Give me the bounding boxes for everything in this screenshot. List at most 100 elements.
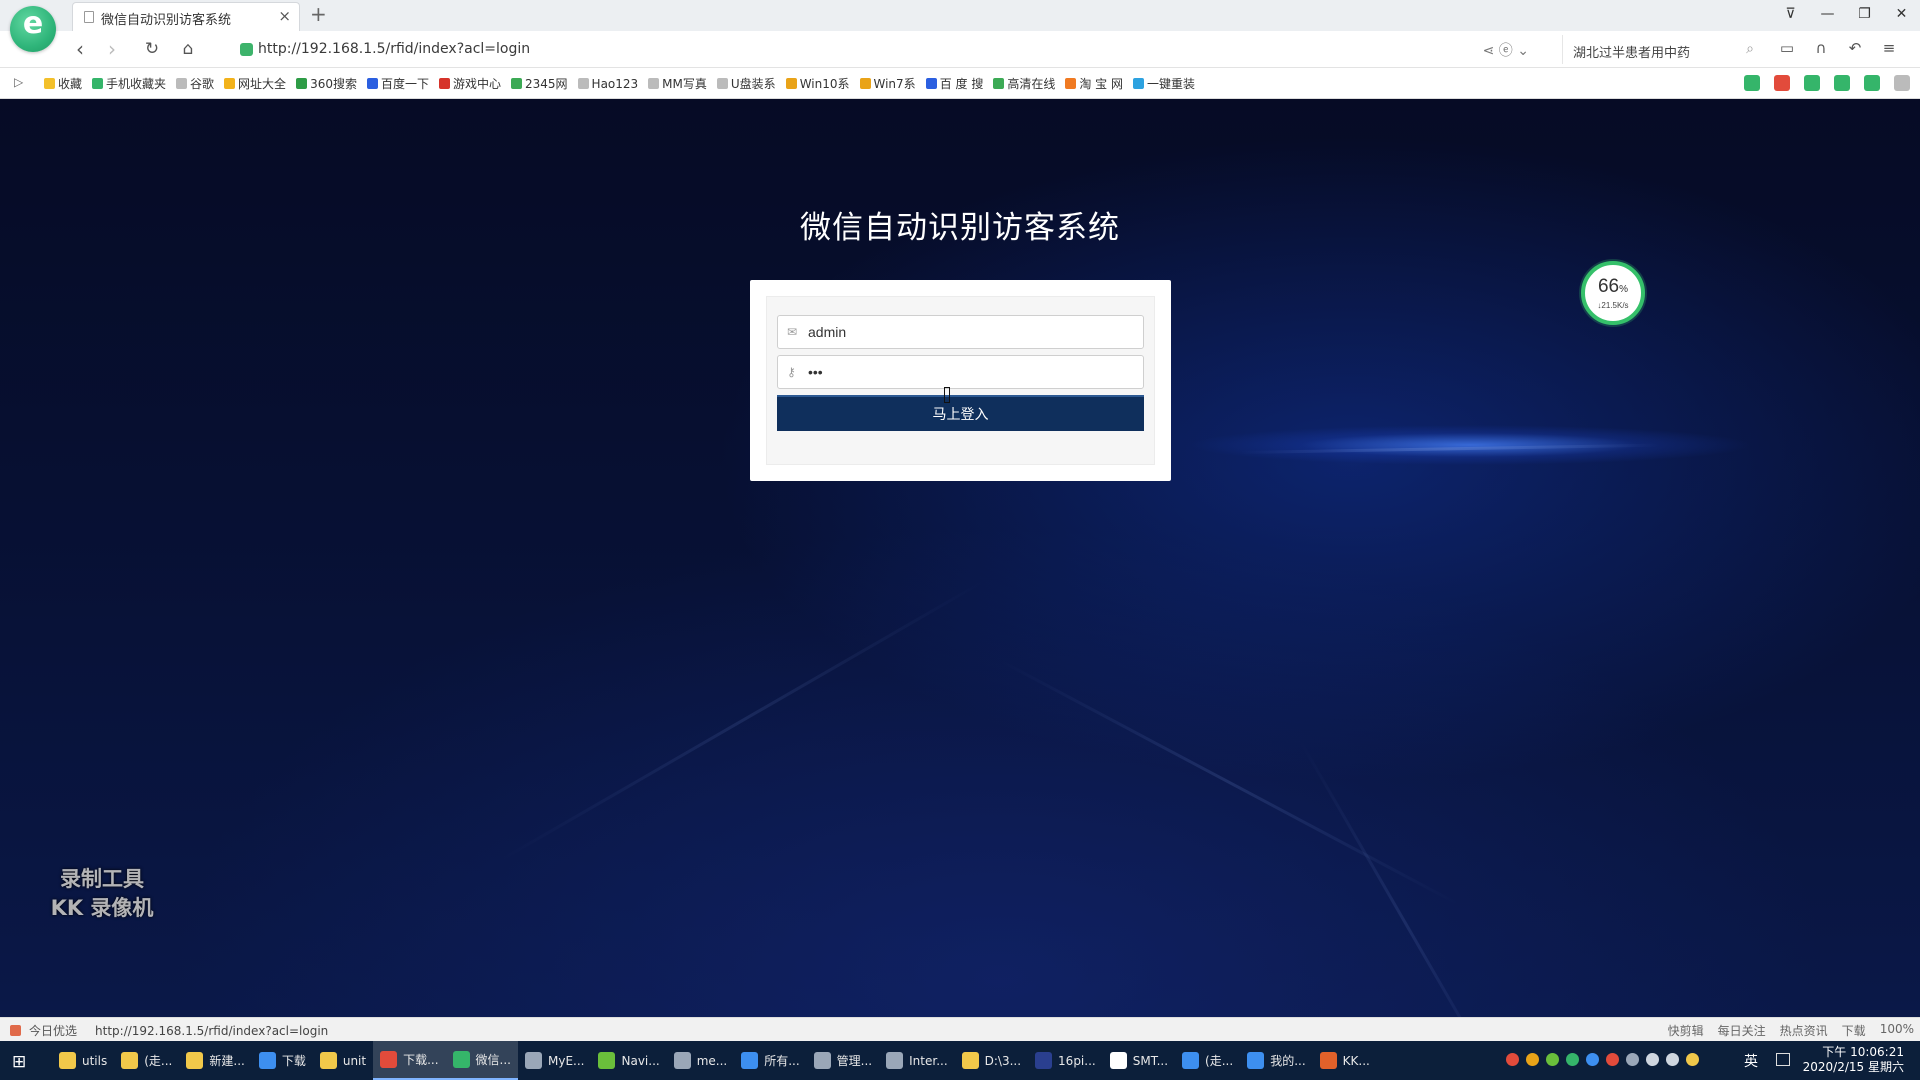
bookmark-icon xyxy=(511,78,522,89)
bookmark-item[interactable]: 网址大全 xyxy=(224,75,286,92)
bluetooth-icon[interactable] xyxy=(1586,1053,1599,1066)
taskbar-item[interactable]: SMT... xyxy=(1103,1041,1175,1080)
address-url[interactable]: http://192.168.1.5/rfid/index?acl=login xyxy=(258,41,530,57)
tray-icon[interactable] xyxy=(1506,1053,1519,1066)
share-icon[interactable]: ⋖ ⓔ ⌄ xyxy=(1483,40,1529,60)
taskbar-item[interactable]: 所有... xyxy=(734,1041,806,1080)
battery-icon[interactable]: ▭ xyxy=(1776,39,1798,57)
shield-extension-icon[interactable] xyxy=(1834,75,1850,91)
search-suggestion[interactable]: 湖北过半患者用中药 xyxy=(1573,42,1690,61)
translate-extension-icon[interactable] xyxy=(1804,75,1820,91)
tab-close-icon[interactable]: × xyxy=(278,7,291,25)
password-input[interactable] xyxy=(808,356,1138,388)
taskbar-item[interactable]: Inter... xyxy=(879,1041,955,1080)
taskbar-item[interactable]: MyE... xyxy=(518,1041,591,1080)
statusbar-item[interactable]: 热点资讯 xyxy=(1780,1022,1828,1039)
bookmark-item[interactable]: 游戏中心 xyxy=(438,75,501,92)
daily-picks-link[interactable]: 今日优选 xyxy=(29,1022,77,1039)
bookmark-item[interactable]: 高清在线 xyxy=(993,75,1055,92)
taskbar-item[interactable]: 我的... xyxy=(1240,1041,1312,1080)
statusbar-left: 今日优选 http://192.168.1.5/rfid/index?acl=l… xyxy=(10,1022,328,1039)
back-icon[interactable]: ‹ xyxy=(66,37,94,63)
refresh-icon[interactable]: ↻ xyxy=(138,37,166,63)
username-input[interactable] xyxy=(808,316,1138,348)
statusbar-item[interactable]: 快剪辑 xyxy=(1668,1022,1704,1039)
taskbar-item[interactable]: unit xyxy=(313,1041,373,1080)
taskbar-item[interactable]: (走... xyxy=(114,1041,179,1080)
taskbar-item[interactable]: Navi... xyxy=(591,1041,666,1080)
tray-icon[interactable] xyxy=(1526,1053,1539,1066)
network-icon[interactable] xyxy=(1626,1053,1639,1066)
forward-icon[interactable]: › xyxy=(98,37,126,63)
system-clock[interactable]: 下午 10:06:21 2020/2/15 星期六 xyxy=(1803,1045,1904,1075)
statusbar-item[interactable]: 100% xyxy=(1880,1022,1914,1039)
bookmark-item[interactable]: U盘装系 xyxy=(716,75,776,92)
chat-extension-icon[interactable] xyxy=(1744,75,1760,91)
tray-icon[interactable] xyxy=(1566,1053,1579,1066)
tray-icon[interactable] xyxy=(1546,1053,1559,1066)
bookmark-item[interactable]: 手机收藏夹 xyxy=(92,75,166,92)
search-icon[interactable]: ⌕ xyxy=(1746,41,1754,57)
taskbar-item[interactable]: D:\3... xyxy=(955,1041,1028,1080)
menu-icon[interactable]: ≡ xyxy=(1878,39,1900,57)
taskbar-item[interactable]: me... xyxy=(667,1041,735,1080)
game-extension-icon[interactable] xyxy=(1864,75,1880,91)
bookmark-icon xyxy=(716,78,728,89)
address-bar[interactable]: http://192.168.1.5/rfid/index?acl=login … xyxy=(232,35,1537,64)
keyboard-icon[interactable] xyxy=(1776,1053,1790,1066)
restore-button[interactable]: ❐ xyxy=(1846,0,1883,31)
taskbar-item[interactable]: 新建... xyxy=(179,1041,251,1080)
bookmark-item[interactable]: 2345网 xyxy=(511,75,568,92)
taskbar-item-label: 我的... xyxy=(1270,1054,1306,1068)
taskbar-item[interactable]: KK... xyxy=(1313,1041,1377,1080)
app-icon xyxy=(59,1052,76,1069)
bookmark-item[interactable]: 百 度 搜 xyxy=(925,75,983,92)
bookmark-item[interactable]: Win7系 xyxy=(859,75,916,92)
taskbar-item[interactable]: utils xyxy=(52,1041,114,1080)
statusbar-item[interactable]: 每日关注 xyxy=(1718,1022,1766,1039)
minimize-button[interactable]: — xyxy=(1809,0,1846,31)
apps-grid-icon[interactable] xyxy=(1894,75,1910,91)
taskbar-item[interactable]: 16pi... xyxy=(1028,1041,1103,1080)
taskbar-item[interactable]: (走... xyxy=(1175,1041,1240,1080)
taskbar-item[interactable]: 管理... xyxy=(807,1041,879,1080)
taskbar-item[interactable]: 下载 xyxy=(252,1041,313,1080)
new-tab-button[interactable]: + xyxy=(310,2,327,26)
bookmark-item[interactable]: 淘 宝 网 xyxy=(1065,75,1123,92)
search-box[interactable]: 湖北过半患者用中药 ⌕ xyxy=(1562,35,1762,64)
taskbar-item-label: me... xyxy=(696,1053,728,1068)
bookmark-item[interactable]: MM写真 xyxy=(648,75,707,92)
statusbar-item[interactable]: 下载 xyxy=(1842,1022,1866,1039)
input-language[interactable]: 英 xyxy=(1744,1051,1758,1071)
close-window-button[interactable]: ✕ xyxy=(1883,0,1920,31)
bookmark-item[interactable]: 一键重装 xyxy=(1132,75,1195,92)
taskbar-item[interactable]: 微信... xyxy=(445,1041,518,1080)
security-shield-icon xyxy=(240,43,253,56)
bookmark-item[interactable]: 百度一下 xyxy=(366,75,429,92)
bookmark-item[interactable]: Hao123 xyxy=(577,75,638,92)
undo-icon[interactable]: ↶ xyxy=(1844,39,1866,57)
volume-icon[interactable] xyxy=(1666,1053,1679,1066)
headset-icon[interactable]: ∩ xyxy=(1810,39,1832,57)
password-field[interactable]: ⚷ xyxy=(777,355,1144,389)
login-button[interactable]: 马上登入 xyxy=(777,395,1144,431)
tray-icon[interactable] xyxy=(1686,1053,1699,1066)
tray-icon[interactable] xyxy=(1606,1053,1619,1066)
bookmark-item[interactable]: 收藏 xyxy=(44,75,82,92)
taskbar-item-label: unit xyxy=(342,1053,367,1068)
username-field[interactable]: ✉ xyxy=(777,315,1144,349)
key-icon: ⚷ xyxy=(787,365,796,379)
skin-button[interactable]: ⊽ xyxy=(1772,0,1809,31)
browser-logo[interactable]: e xyxy=(10,6,56,52)
home-icon[interactable]: ⌂ xyxy=(174,37,202,63)
windows-start-icon[interactable]: ⊞ xyxy=(12,1052,26,1072)
bookmark-item[interactable]: 360搜索 xyxy=(296,75,357,92)
bookmark-item[interactable]: Win10系 xyxy=(785,75,850,92)
scissors-extension-icon[interactable] xyxy=(1774,75,1790,91)
taskbar-item[interactable]: 下载... xyxy=(373,1041,446,1080)
browser-tab[interactable]: 微信自动识别访客系统 × xyxy=(72,2,300,31)
network-speed-widget[interactable]: 66% ↓21.5K/s xyxy=(1581,261,1645,325)
bookmarks-toggle-icon[interactable]: ▷ xyxy=(14,75,23,89)
bookmark-item[interactable]: 谷歌 xyxy=(176,75,214,92)
wifi-icon[interactable] xyxy=(1646,1053,1659,1066)
